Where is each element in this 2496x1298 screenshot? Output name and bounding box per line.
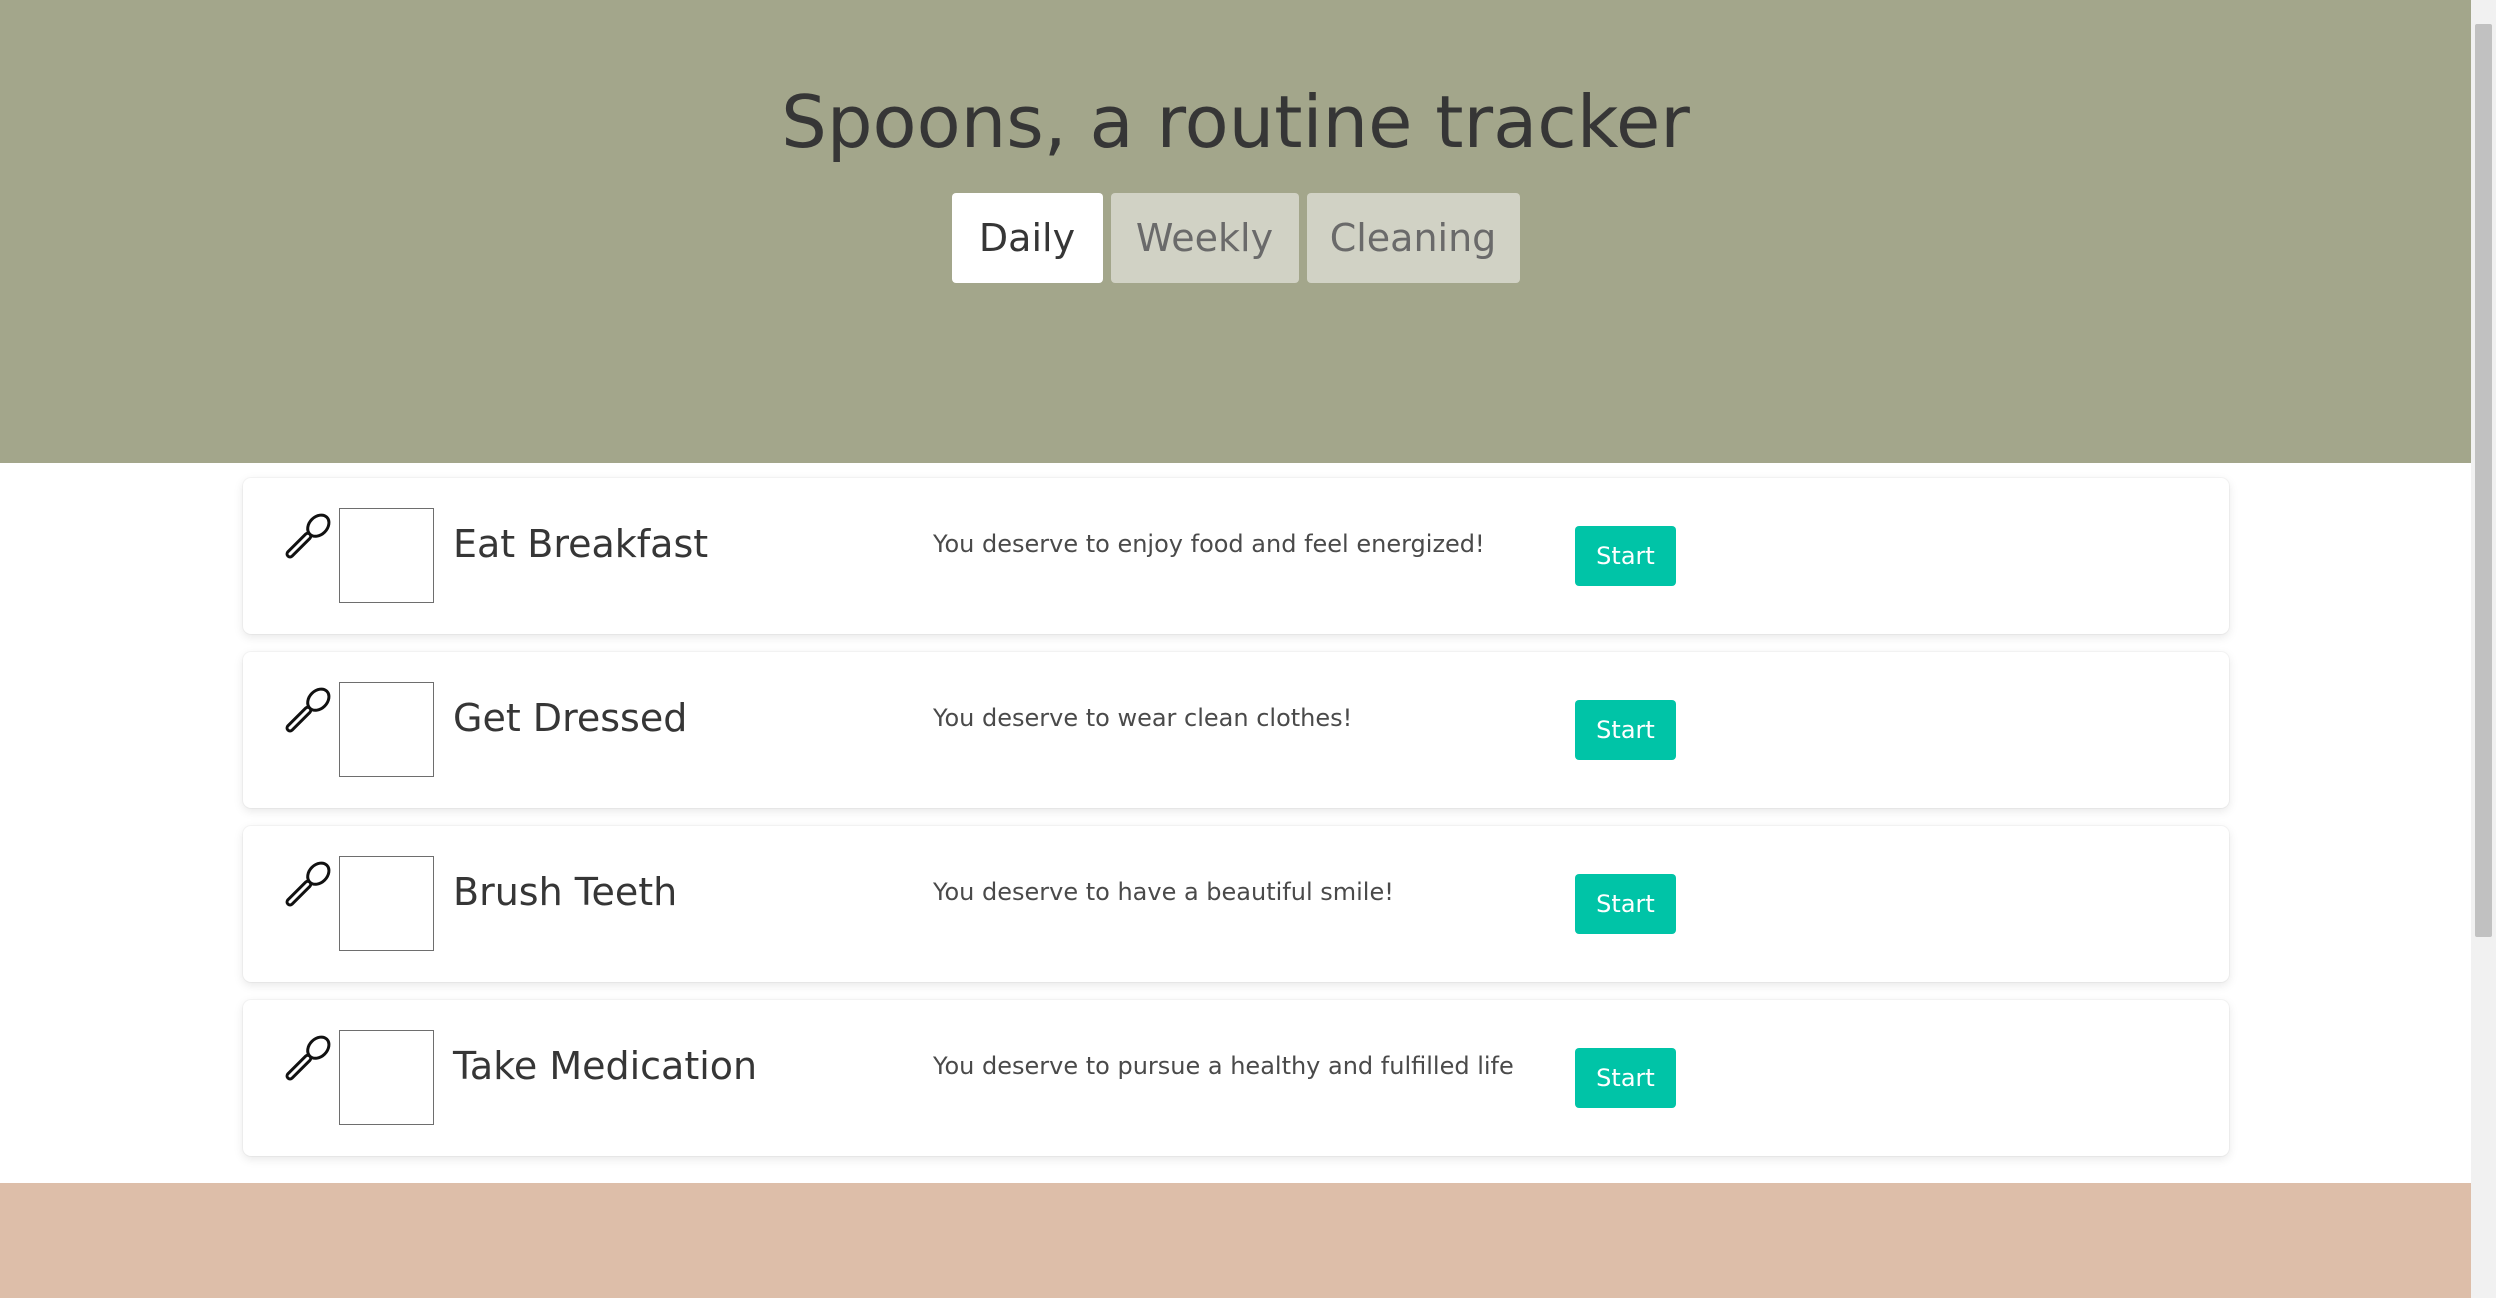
scrollbar-thumb[interactable] [2475, 24, 2492, 937]
routine-tabs: Daily Weekly Cleaning [0, 193, 2471, 283]
footer-band [0, 1183, 2471, 1298]
task-card-eat-breakfast: Eat Breakfast You deserve to enjoy food … [243, 478, 2229, 634]
task-message: You deserve to wear clean clothes! [933, 704, 1353, 732]
task-card-take-medication: Take Medication You deserve to pursue a … [243, 1000, 2229, 1156]
task-checkbox[interactable] [339, 682, 434, 777]
task-card-brush-teeth: Brush Teeth You deserve to have a beauti… [243, 826, 2229, 982]
task-checkbox[interactable] [339, 1030, 434, 1125]
page: Spoons, a routine tracker Daily Weekly C… [0, 0, 2471, 1298]
tab-cleaning[interactable]: Cleaning [1306, 193, 1520, 283]
spoon-icon [285, 1035, 331, 1081]
tab-daily[interactable]: Daily [951, 193, 1103, 283]
page-title: Spoons, a routine tracker [781, 80, 1690, 164]
spoon-icon [285, 861, 331, 907]
start-button[interactable]: Start [1575, 874, 1676, 934]
hero-header: Spoons, a routine tracker Daily Weekly C… [0, 0, 2471, 463]
spoon-icon [285, 513, 331, 559]
task-name: Eat Breakfast [453, 522, 709, 566]
tab-weekly[interactable]: Weekly [1110, 193, 1299, 283]
task-checkbox[interactable] [339, 508, 434, 603]
task-name: Take Medication [453, 1044, 758, 1088]
task-message: You deserve to have a beautiful smile! [933, 878, 1394, 906]
start-button[interactable]: Start [1575, 526, 1676, 586]
task-list: Eat Breakfast You deserve to enjoy food … [243, 478, 2229, 1174]
task-name: Brush Teeth [453, 870, 678, 914]
start-button[interactable]: Start [1575, 700, 1676, 760]
start-button[interactable]: Start [1575, 1048, 1676, 1108]
task-message: You deserve to enjoy food and feel energ… [933, 530, 1485, 558]
task-message: You deserve to pursue a healthy and fulf… [933, 1052, 1514, 1080]
task-card-get-dressed: Get Dressed You deserve to wear clean cl… [243, 652, 2229, 808]
task-checkbox[interactable] [339, 856, 434, 951]
spoon-icon [285, 687, 331, 733]
task-name: Get Dressed [453, 696, 688, 740]
vertical-scrollbar[interactable] [2471, 0, 2496, 1298]
